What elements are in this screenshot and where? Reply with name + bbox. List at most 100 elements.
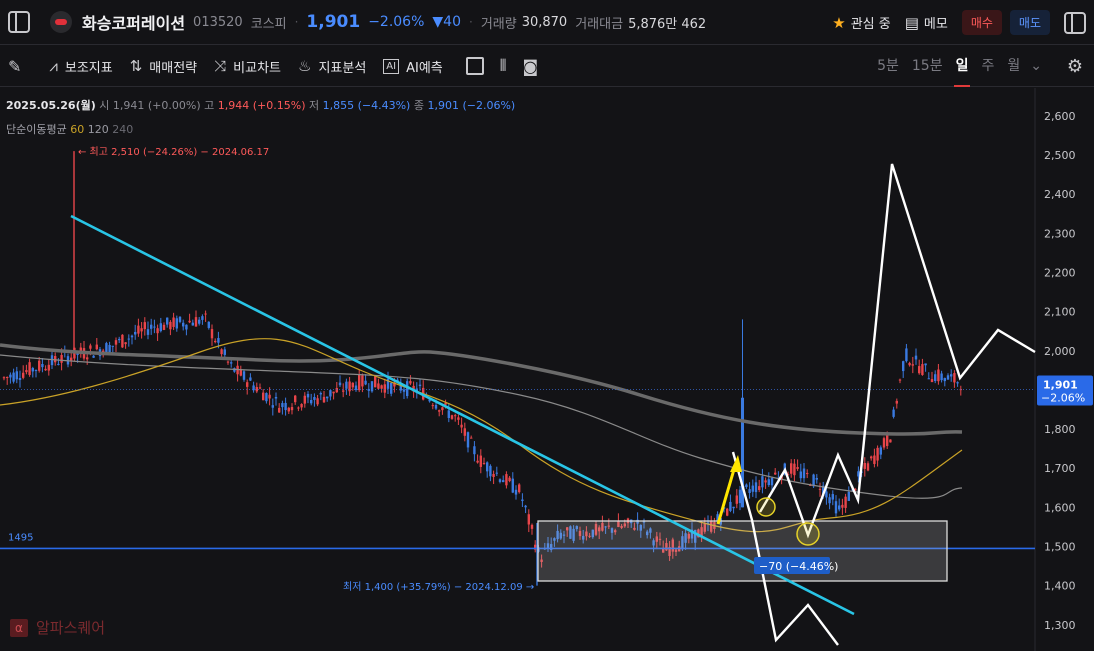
candle-body [185, 324, 188, 330]
stock-code: 013520 [193, 14, 243, 30]
sidebar-toggle-icon[interactable] [8, 11, 30, 33]
ma-legend[interactable]: 단순이동평균 60 120 240 [6, 121, 133, 137]
candle-body [297, 407, 300, 409]
tool-analysis[interactable]: ♨ 지표분석 [298, 57, 366, 76]
tab-week[interactable]: 주 [981, 46, 994, 87]
price-tick-label: 2,500 [1044, 149, 1076, 162]
candle-body [390, 382, 393, 394]
candle-body [303, 395, 306, 404]
candle-body [166, 317, 169, 325]
star-icon: ★ [832, 13, 846, 32]
marker-circle [756, 497, 776, 517]
tool-strategy[interactable]: ⇅ 매매전략 [130, 57, 197, 76]
candle-type-icon[interactable]: ⫴ [500, 56, 507, 76]
candle-body [326, 396, 329, 399]
candle-body [956, 382, 959, 384]
chevron-down-icon[interactable]: ⌄ [1030, 46, 1042, 87]
candle-body [258, 387, 262, 389]
sell-button[interactable]: 매도 [1009, 10, 1050, 35]
ma60-label: 60 [70, 123, 85, 136]
candle-body [284, 402, 287, 411]
candle-body [9, 374, 12, 378]
trend-line [70, 214, 855, 616]
memo-button[interactable]: ▤ 메모 [905, 13, 948, 33]
price-tick-label: 2,400 [1044, 188, 1076, 201]
tool-indicators[interactable]: ⩘ 보조지표 [49, 57, 112, 76]
high-value: 1,944 (+0.15%) [217, 99, 306, 112]
candle-body [319, 393, 322, 395]
price-chart[interactable]: 2,6002,5002,4002,3002,2002,1002,0001,900… [0, 88, 1094, 651]
candle-body [447, 410, 450, 418]
high-annotation: ← 최고 2,510 (−24.26%) − 2024.06.17 [78, 146, 269, 158]
candle-body [310, 400, 313, 404]
candle-body [844, 496, 847, 508]
candle-body [457, 417, 460, 420]
candle-body [521, 499, 524, 502]
price-tick-label: 2,000 [1044, 345, 1076, 358]
candle-body [342, 390, 345, 392]
tool-ai-forecast[interactable]: AI AI예측 [383, 57, 443, 76]
candle-body [431, 405, 434, 407]
candle-body [726, 508, 729, 516]
candle-body [815, 477, 818, 480]
price-tick-label: 1,600 [1044, 501, 1076, 514]
candle-body [882, 438, 886, 448]
candle-body [12, 372, 15, 382]
market-name: 코스피 [250, 16, 287, 32]
tab-month[interactable]: 월 [1007, 46, 1020, 87]
candle-body [265, 393, 268, 402]
candle-body [15, 371, 18, 380]
gear-icon[interactable]: ⚙ [1064, 56, 1086, 78]
candle-body [940, 373, 943, 381]
candle-body [905, 348, 908, 362]
price-tick-label: 2,100 [1044, 306, 1076, 319]
candle-body [169, 321, 172, 330]
square-tool-icon[interactable] [465, 57, 484, 75]
camera-icon[interactable]: ◙ [522, 57, 538, 76]
analysis-icon: ♨ [298, 57, 312, 75]
low-value: 1,855 (−4.43%) [322, 99, 411, 112]
tool-compare[interactable]: ⤨ 비교차트 [214, 57, 281, 76]
candle-body [335, 388, 338, 393]
candle-body [111, 345, 114, 347]
candle-body [524, 505, 527, 508]
candle-body [354, 385, 358, 391]
tab-5min[interactable]: 5분 [877, 46, 899, 87]
candle-body [841, 504, 844, 508]
indicator-icon: ⩘ [49, 57, 58, 75]
memo-label: 메모 [923, 17, 948, 32]
tab-15min[interactable]: 15분 [912, 46, 943, 87]
ma120-line [0, 354, 963, 499]
candle-body [268, 394, 271, 399]
candle-body [204, 313, 207, 315]
candle-body [143, 322, 146, 330]
candle-body [34, 370, 38, 372]
price-tick-label: 2,300 [1044, 227, 1076, 240]
candle-body [41, 363, 44, 368]
candle-body [418, 384, 422, 387]
candle-body [764, 480, 767, 483]
watch-button[interactable]: ★ 관심 중 [832, 13, 890, 33]
candle-body [153, 326, 156, 328]
change-amount: ▼40 [432, 14, 461, 30]
candle-body [918, 366, 921, 374]
candle-body [214, 340, 217, 343]
low-label: 저 [308, 99, 320, 112]
candle-body [194, 317, 198, 327]
candle-body [22, 372, 25, 378]
top-bar: 화승코퍼레이션 013520 코스피 · 1,901 −2.06% ▼40 · … [0, 0, 1094, 45]
candle-body [322, 396, 326, 403]
tab-day[interactable]: 일 [953, 46, 971, 87]
pencil-icon[interactable]: ✎ [8, 57, 21, 76]
candle-body [770, 477, 774, 486]
candle-body [889, 439, 892, 443]
candle-body [124, 342, 127, 345]
candle-body [502, 480, 505, 483]
buy-button[interactable]: 매수 [961, 10, 1002, 35]
candle-body [25, 370, 28, 373]
range-box [537, 520, 948, 582]
candle-body [838, 505, 841, 510]
candle-body [402, 389, 406, 392]
panel-toggle-icon[interactable] [1064, 11, 1086, 34]
candle-body [796, 467, 799, 469]
